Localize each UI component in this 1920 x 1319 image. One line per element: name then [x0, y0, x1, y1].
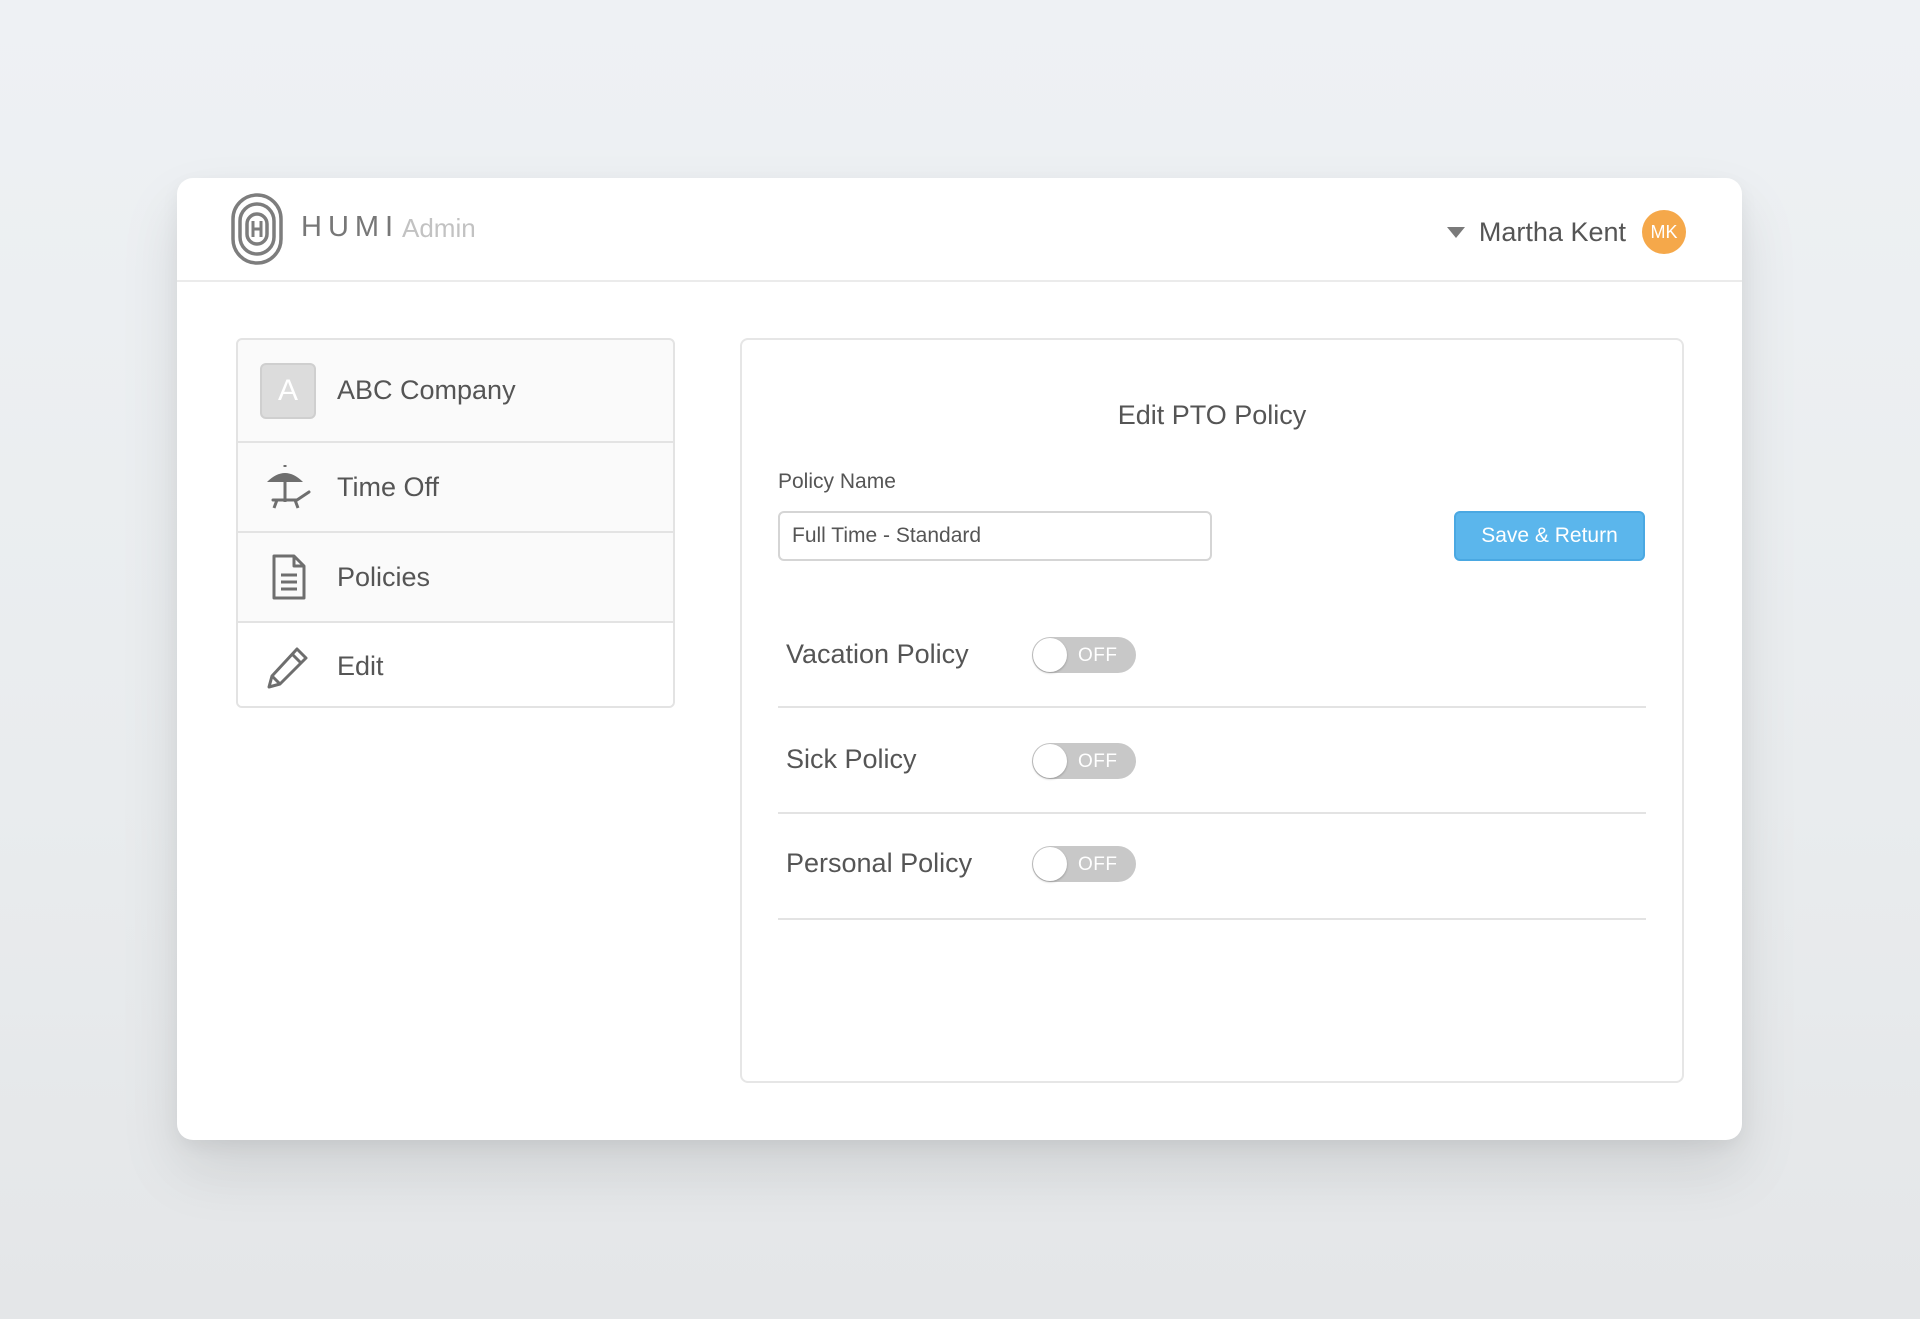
toggle-state-text: OFF [1078, 751, 1118, 772]
sidebar-item-time-off[interactable]: Time Off [238, 443, 673, 533]
user-menu[interactable]: Martha Kent MK [1446, 209, 1686, 255]
policy-name-input[interactable] [778, 511, 1212, 561]
toggle-state-text: OFF [1078, 645, 1118, 666]
policy-name-label: Policy Name [778, 470, 896, 493]
sidebar-item-label: Edit [337, 651, 384, 681]
company-badge-letter: A [260, 362, 316, 419]
edit-policy-panel: Edit PTO Policy Policy Name Save & Retur… [740, 338, 1684, 1083]
beach-umbrella-icon [260, 459, 316, 515]
toggle-knob [1033, 847, 1067, 881]
policy-label: Personal Policy [786, 848, 973, 878]
brand-name: HUMI [301, 211, 400, 243]
humi-logo-icon[interactable] [230, 192, 284, 266]
brand-subtitle: Admin [402, 213, 476, 243]
sick-policy-toggle[interactable]: OFF [1032, 743, 1136, 779]
policy-label: Vacation Policy [786, 639, 969, 669]
app-window: HUMI Admin Martha Kent MK A ABC Company [177, 178, 1742, 1140]
sidebar-item-company[interactable]: A ABC Company [238, 340, 673, 443]
user-name[interactable]: Martha Kent [1479, 217, 1626, 248]
sidebar-item-label: Policies [337, 561, 431, 592]
policy-label: Sick Policy [786, 744, 917, 774]
top-header: HUMI Admin Martha Kent MK [177, 178, 1742, 282]
policy-row-sick: Sick Policy OFF [778, 706, 1646, 814]
sidebar-item-edit[interactable]: Edit [238, 623, 673, 706]
avatar[interactable]: MK [1642, 210, 1686, 254]
vacation-policy-toggle[interactable]: OFF [1032, 637, 1136, 673]
save-return-button[interactable]: Save & Return [1454, 511, 1645, 561]
policy-row-vacation: Vacation Policy OFF [778, 602, 1646, 708]
document-icon [260, 549, 316, 605]
sidebar-item-label: ABC Company [337, 375, 516, 405]
panel-title: Edit PTO Policy [1117, 400, 1307, 430]
policy-row-personal: Personal Policy OFF [778, 812, 1646, 920]
toggle-knob [1033, 744, 1067, 778]
toggle-state-text: OFF [1078, 854, 1118, 875]
sidebar-breadcrumb: A ABC Company Time Off Policies Edit [236, 338, 675, 708]
sidebar-item-label: Time Off [337, 471, 440, 502]
pencil-icon [260, 639, 316, 695]
company-badge-icon: A [260, 362, 316, 419]
sidebar-item-policies[interactable]: Policies [238, 533, 673, 623]
personal-policy-toggle[interactable]: OFF [1032, 846, 1136, 882]
toggle-knob [1033, 638, 1067, 672]
caret-down-icon[interactable] [1446, 226, 1465, 238]
